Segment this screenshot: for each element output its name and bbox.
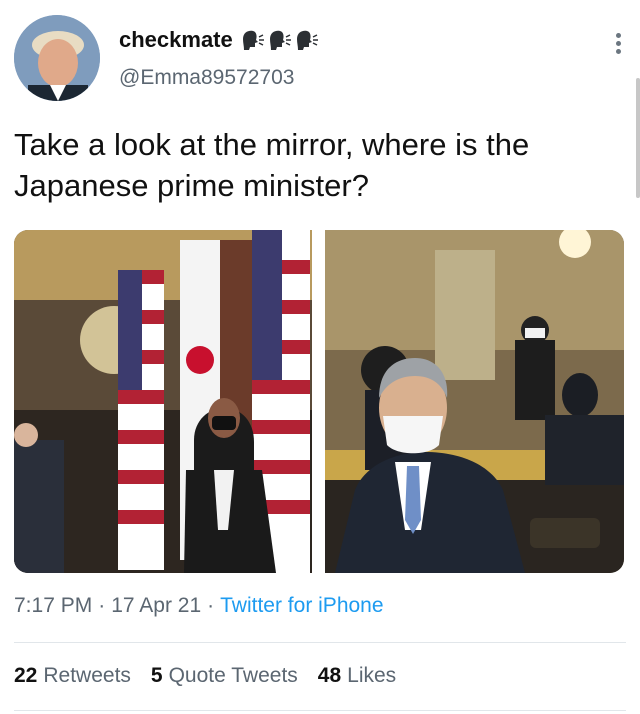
divider — [14, 642, 626, 643]
likes-label: Likes — [347, 664, 397, 687]
emoji-group — [241, 29, 319, 51]
user-handle[interactable]: @Emma89572703 — [119, 66, 294, 90]
divider — [14, 710, 626, 711]
speaking-head-icon — [242, 30, 264, 50]
tweet-source-link[interactable]: Twitter for iPhone — [220, 594, 383, 618]
more-options-icon[interactable] — [616, 30, 622, 57]
meta-separator: · — [98, 594, 106, 617]
photo-harris-flags[interactable] — [14, 230, 312, 573]
photo-right-image — [325, 230, 624, 573]
photo-left-image — [14, 230, 312, 573]
quote-tweets-count: 5 — [150, 664, 163, 687]
retweets-stat[interactable]: 22 Retweets — [14, 664, 131, 688]
avatar[interactable] — [14, 15, 100, 101]
quote-tweets-label: Quote Tweets — [168, 664, 298, 687]
user-name-row[interactable]: checkmate — [119, 27, 319, 53]
likes-stat[interactable]: 48 Likes — [318, 664, 396, 688]
speaking-head-icon — [269, 30, 291, 50]
media-grid[interactable] — [14, 230, 624, 573]
likes-count: 48 — [317, 664, 342, 687]
meta-separator: · — [207, 594, 215, 617]
retweets-count: 22 — [14, 664, 38, 687]
display-name[interactable]: checkmate — [119, 27, 233, 53]
tweet-text: Take a look at the mirror, where is the … — [14, 127, 530, 203]
tweet-time[interactable]: 7:17 PM — [14, 594, 92, 618]
engagement-stats: 22 Retweets 5 Quote Tweets 48 Likes — [14, 664, 396, 688]
tweet-meta: 7:17 PM · 17 Apr 21 · Twitter for iPhone — [14, 594, 384, 618]
photo-suga[interactable] — [325, 230, 624, 573]
scrollbar[interactable] — [636, 78, 640, 198]
quote-tweets-stat[interactable]: 5 Quote Tweets — [151, 664, 298, 688]
retweets-label: Retweets — [43, 664, 131, 687]
tweet-date[interactable]: 17 Apr 21 — [111, 594, 201, 618]
avatar-image — [14, 15, 100, 101]
speaking-head-icon — [296, 30, 318, 50]
